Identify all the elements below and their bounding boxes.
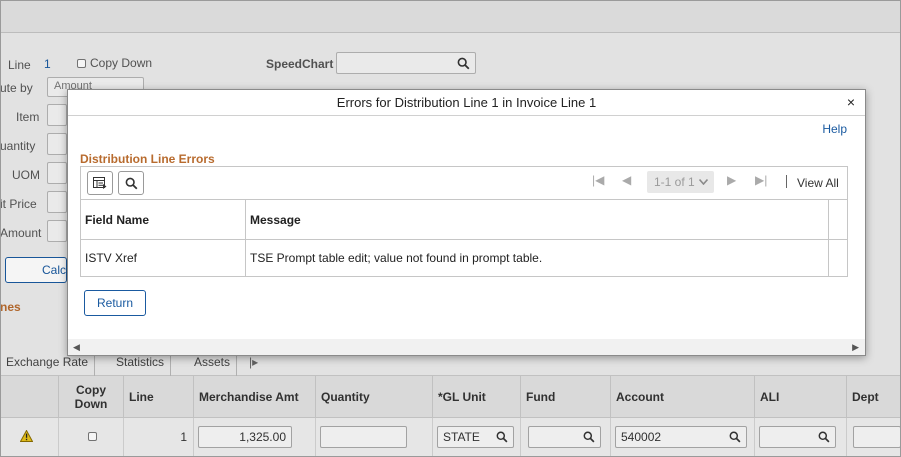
table-row: ISTV Xref TSE Prompt table edit; value n…	[81, 240, 847, 276]
help-link[interactable]: Help	[822, 122, 847, 136]
column-header-spacer	[829, 200, 847, 240]
find-button[interactable]	[118, 171, 144, 195]
modal-title-text: Errors for Distribution Line 1 in Invoic…	[336, 95, 597, 110]
last-page-icon[interactable]: ▶|	[755, 173, 767, 187]
section-title: Distribution Line Errors	[80, 152, 215, 166]
chevron-down-icon	[699, 179, 708, 185]
errors-grid: |◀ ◀ 1-1 of 1 ▶ ▶| View All Field Name M…	[80, 166, 848, 277]
column-header-message: Message	[246, 200, 829, 240]
scroll-left-icon[interactable]: ◀	[73, 342, 80, 353]
close-icon[interactable]: ×	[847, 94, 855, 110]
column-header-field-name: Field Name	[81, 200, 246, 240]
page-select[interactable]: 1-1 of 1	[647, 171, 714, 193]
grid-settings-icon	[93, 177, 107, 189]
field-name-cell: ISTV Xref	[81, 240, 246, 276]
next-page-icon[interactable]: ▶	[727, 173, 736, 187]
modal-title: Errors for Distribution Line 1 in Invoic…	[68, 90, 865, 116]
toolbar-divider	[786, 175, 787, 188]
grid-toolbar: |◀ ◀ 1-1 of 1 ▶ ▶| View All	[81, 167, 847, 200]
errors-grid-header: Field Name Message	[81, 200, 847, 240]
errors-modal: Errors for Distribution Line 1 in Invoic…	[67, 89, 866, 356]
first-page-icon[interactable]: |◀	[592, 173, 604, 187]
page-select-value: 1-1 of 1	[654, 175, 695, 189]
return-button[interactable]: Return	[84, 290, 146, 316]
scroll-right-icon[interactable]: ▶	[852, 342, 859, 353]
message-cell: TSE Prompt table edit; value not found i…	[246, 240, 829, 276]
view-all-link[interactable]: View All	[797, 176, 839, 190]
search-icon	[125, 177, 137, 189]
horizontal-scrollbar[interactable]: ◀ ▶	[68, 339, 865, 355]
row-spacer-cell	[829, 240, 847, 276]
grid-settings-button[interactable]	[87, 171, 113, 195]
prev-page-icon[interactable]: ◀	[622, 173, 631, 187]
